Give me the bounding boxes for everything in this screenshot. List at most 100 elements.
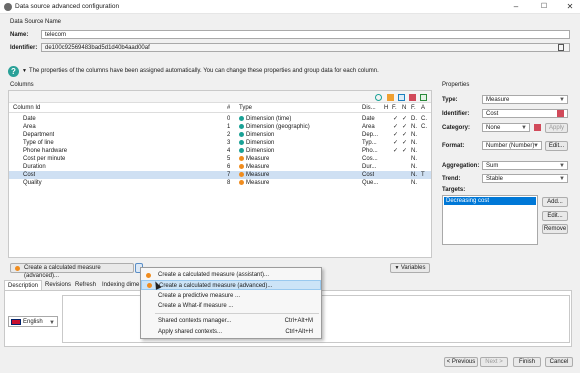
table-row[interactable]: Department 2 Dimension Dep... ✓ ✓ N. (9, 131, 431, 139)
variables-button[interactable]: ▼ Variables (390, 263, 430, 273)
chevron-down-icon: ▼ (533, 143, 539, 149)
tab-description[interactable]: Description (4, 280, 43, 290)
app-icon (4, 3, 12, 11)
prop-identifier-label: Identifier: (442, 111, 470, 117)
table-row[interactable]: Duration 6 Measure Dur... N. (9, 163, 431, 171)
targets-add-button[interactable]: Add... (542, 197, 568, 207)
cell-number: 8 (227, 180, 231, 186)
table-icon[interactable] (398, 94, 405, 101)
header-h[interactable]: H (384, 104, 388, 112)
menu-item-apply-shared-contexts[interactable]: Apply shared contexts... Ctrl+Alt+H (141, 327, 321, 337)
tab-indexing[interactable]: Indexing dime (99, 280, 142, 290)
targets-remove-button[interactable]: Remove (542, 224, 568, 234)
tab-revisions[interactable]: Revisions (42, 280, 74, 290)
cell-type: Dimension (time) (239, 115, 291, 123)
category-select[interactable]: None ▼ (482, 123, 530, 132)
trend-select[interactable]: Stable ▼ (482, 174, 568, 183)
menu-item-shared-contexts-manager[interactable]: Shared contexts manager... Ctrl+Alt+M (141, 316, 321, 326)
help-icon[interactable]: ? (8, 66, 19, 77)
cell-column-id: Phone hardware (23, 148, 68, 154)
targets-list[interactable]: Decreasing cost (442, 195, 538, 245)
properties-panel: Type: Measure ▼ Identifier: Cost Category… (438, 90, 572, 258)
table-row[interactable]: Cost 7 Measure Cost N. T (9, 171, 431, 179)
table-row[interactable]: Date 0 Dimension (time) Date ✓ ✓ D. C. (9, 115, 431, 123)
cancel-button[interactable]: Cancel (545, 357, 573, 367)
chevron-down-icon: ▼ (559, 97, 565, 103)
table-row[interactable]: Phone hardware 4 Dimension Pho... ✓ ✓ N. (9, 147, 431, 155)
maximize-button[interactable]: ☐ (536, 2, 552, 12)
header-f2[interactable]: F. (411, 104, 416, 112)
cell-type-label: Dimension (246, 148, 275, 154)
cell-column-id: Duration (23, 164, 46, 170)
header-number[interactable]: # (227, 104, 230, 112)
menu-item-predictive[interactable]: Create a predictive measure ... (141, 291, 321, 301)
format-edit-button[interactable]: Edit... (545, 141, 568, 151)
apply-button[interactable]: Apply (545, 123, 568, 133)
trend-label: Trend: (442, 176, 461, 182)
calculated-measure-button[interactable]: Create a calculated measure (advanced)..… (10, 263, 134, 279)
info-expand-icon[interactable]: ▼ (22, 68, 27, 74)
cell-type-label: Dimension (geographic) (246, 124, 310, 130)
name-input[interactable]: telecom (41, 30, 570, 39)
type-select[interactable]: Measure ▼ (482, 95, 568, 104)
cell-f: ✓ (393, 140, 399, 146)
translate-icon[interactable] (534, 124, 541, 131)
search-icon[interactable] (375, 94, 382, 101)
cell-n: ✓ (402, 116, 408, 122)
cell-display: Area (362, 124, 375, 130)
copy-icon[interactable] (558, 44, 564, 51)
tab-refresh[interactable]: Refresh (72, 280, 99, 290)
prop-identifier-input[interactable]: Cost (482, 109, 568, 118)
cell-display: Dep... (362, 132, 379, 138)
previous-button[interactable]: < Previous (444, 357, 478, 367)
header-f[interactable]: F. (392, 104, 397, 112)
cell-column-id: Department (23, 132, 55, 138)
cell-type-label: Dimension (246, 132, 275, 138)
targets-list-item[interactable]: Decreasing cost (444, 197, 536, 205)
language-select[interactable]: English ▼ (8, 316, 58, 327)
dimension-icon (239, 139, 244, 145)
cell-display: Typ... (362, 140, 377, 146)
cell-f2: N. (411, 172, 417, 178)
columns-section-label: Columns (10, 82, 34, 88)
measure-icon (239, 163, 244, 169)
header-display[interactable]: Dis... (362, 104, 376, 112)
header-type[interactable]: Type (239, 104, 252, 112)
table-row[interactable]: Quality 8 Measure Que... N. (9, 179, 431, 187)
table-row[interactable]: Type of line 3 Dimension Typ... ✓ ✓ N. (9, 139, 431, 147)
cell-display: Dur... (362, 164, 377, 170)
cell-f: ✓ (393, 116, 399, 122)
aggregation-select[interactable]: Sum ▼ (482, 161, 568, 170)
header-a[interactable]: A (421, 104, 425, 112)
menu-item-calc-advanced[interactable]: Create a calculated measure (advanced)..… (141, 280, 321, 290)
translate-icon[interactable] (409, 94, 416, 101)
edit-icon[interactable] (420, 94, 427, 101)
translate-icon[interactable] (557, 110, 564, 117)
table-row[interactable]: Area 1 Dimension (geographic) Area ✓ ✓ N. C. (9, 123, 431, 131)
cell-column-id: Area (23, 124, 36, 130)
next-button[interactable]: Next > (480, 357, 508, 367)
close-button[interactable]: ✕ (562, 2, 578, 12)
cell-display: Cost (362, 172, 375, 178)
cell-number: 2 (227, 132, 231, 138)
format-select[interactable]: Number (Number) ▼ (482, 141, 542, 150)
cell-n: ✓ (402, 140, 408, 146)
dimension-icon (239, 131, 244, 137)
identifier-label: Identifier: (10, 45, 38, 51)
header-column-id[interactable]: Column Id (13, 104, 40, 112)
cell-n: ✓ (402, 148, 408, 154)
minimize-button[interactable]: – (508, 2, 524, 12)
cell-type-label: Dimension (246, 140, 275, 146)
finish-button[interactable]: Finish (513, 357, 541, 367)
targets-edit-button[interactable]: Edit... (542, 211, 568, 221)
cell-type-label: Measure (246, 156, 270, 162)
measure-icon (239, 155, 244, 161)
cell-a: T (421, 172, 425, 178)
hierarchy-icon[interactable] (387, 94, 394, 101)
table-row[interactable]: Cost per minute 5 Measure Cos... N. (9, 155, 431, 163)
header-n[interactable]: N (402, 104, 406, 112)
cell-type-label: Measure (246, 172, 270, 178)
menu-item-what-if[interactable]: Create a What-if measure ... (141, 301, 321, 311)
menu-item-calc-assistant[interactable]: Create a calculated measure (assistant).… (141, 270, 321, 280)
cell-number: 7 (227, 172, 231, 178)
